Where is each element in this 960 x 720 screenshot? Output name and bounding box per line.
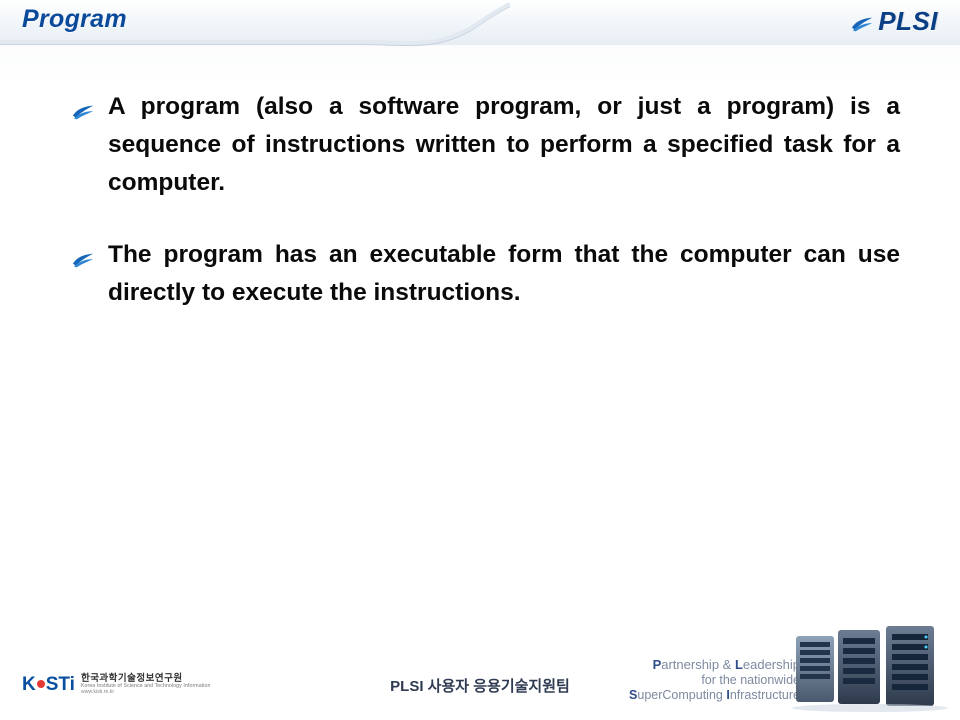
tagline-letter-p: P bbox=[653, 657, 662, 672]
bullet-swoosh-icon bbox=[72, 243, 94, 261]
tagline-letter-l: L bbox=[735, 657, 743, 672]
brand-logo: PLSI bbox=[851, 6, 938, 37]
tagline-word: uperComputing bbox=[637, 688, 726, 702]
header-bar: Program PLSI bbox=[0, 0, 960, 46]
tagline: Partnership & Leadership for the nationw… bbox=[629, 657, 800, 705]
content-area: A program (also a software program, or j… bbox=[72, 88, 900, 346]
page-title: Program bbox=[22, 5, 127, 34]
bullet-text: A program (also a software program, or j… bbox=[108, 93, 900, 196]
footer: KSTi 한국과학기술정보연구원 Korea Institute of Scie… bbox=[0, 648, 960, 720]
bullet-text: The program has an executable form that … bbox=[108, 241, 900, 306]
slide: Program PLSI A program (also a software … bbox=[0, 0, 960, 720]
tagline-line2: for the nationwide bbox=[629, 673, 800, 689]
bullet-item: A program (also a software program, or j… bbox=[72, 88, 900, 202]
bullet-swoosh-icon bbox=[72, 95, 94, 113]
bullet-item: The program has an executable form that … bbox=[72, 236, 900, 312]
brand-swoosh-icon bbox=[851, 15, 873, 33]
server-rack-art bbox=[790, 626, 950, 712]
tagline-word: artnership & bbox=[661, 657, 735, 672]
brand-name: PLSI bbox=[878, 6, 938, 37]
